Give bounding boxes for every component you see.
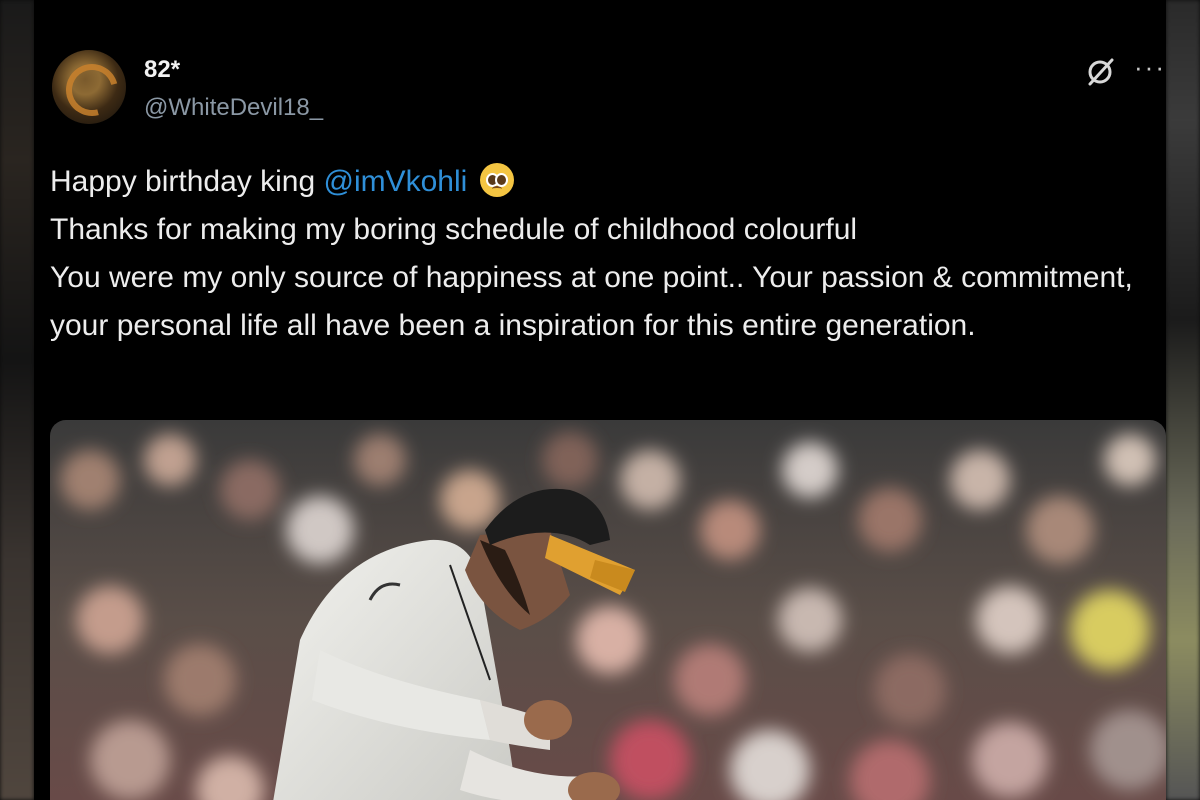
pleading-face-icon bbox=[479, 163, 514, 197]
tweet-text: Happy birthday king @imVkohli Thanks for… bbox=[50, 158, 1150, 350]
grok-icon[interactable] bbox=[1084, 56, 1116, 88]
user-handle[interactable]: @WhiteDevil18_ bbox=[144, 94, 323, 122]
left-blur-gutter bbox=[0, 0, 34, 800]
right-blur-gutter bbox=[1166, 0, 1200, 800]
tweet-line-3: You were my only source of happiness at … bbox=[50, 261, 1133, 342]
tweet-line-1: Happy birthday king @imVkohli bbox=[50, 158, 1150, 206]
display-name[interactable]: 82* bbox=[144, 56, 180, 84]
more-icon[interactable]: ··· bbox=[1134, 52, 1166, 83]
avatar[interactable] bbox=[52, 50, 126, 124]
tweet-media-photo[interactable] bbox=[50, 420, 1166, 800]
mention-link[interactable]: @imVkohli bbox=[324, 165, 468, 198]
tweet-card: 82* @WhiteDevil18_ ··· Happy birthday ki… bbox=[34, 0, 1166, 800]
tweet-line-2: Thanks for making my boring schedule of … bbox=[50, 213, 858, 246]
